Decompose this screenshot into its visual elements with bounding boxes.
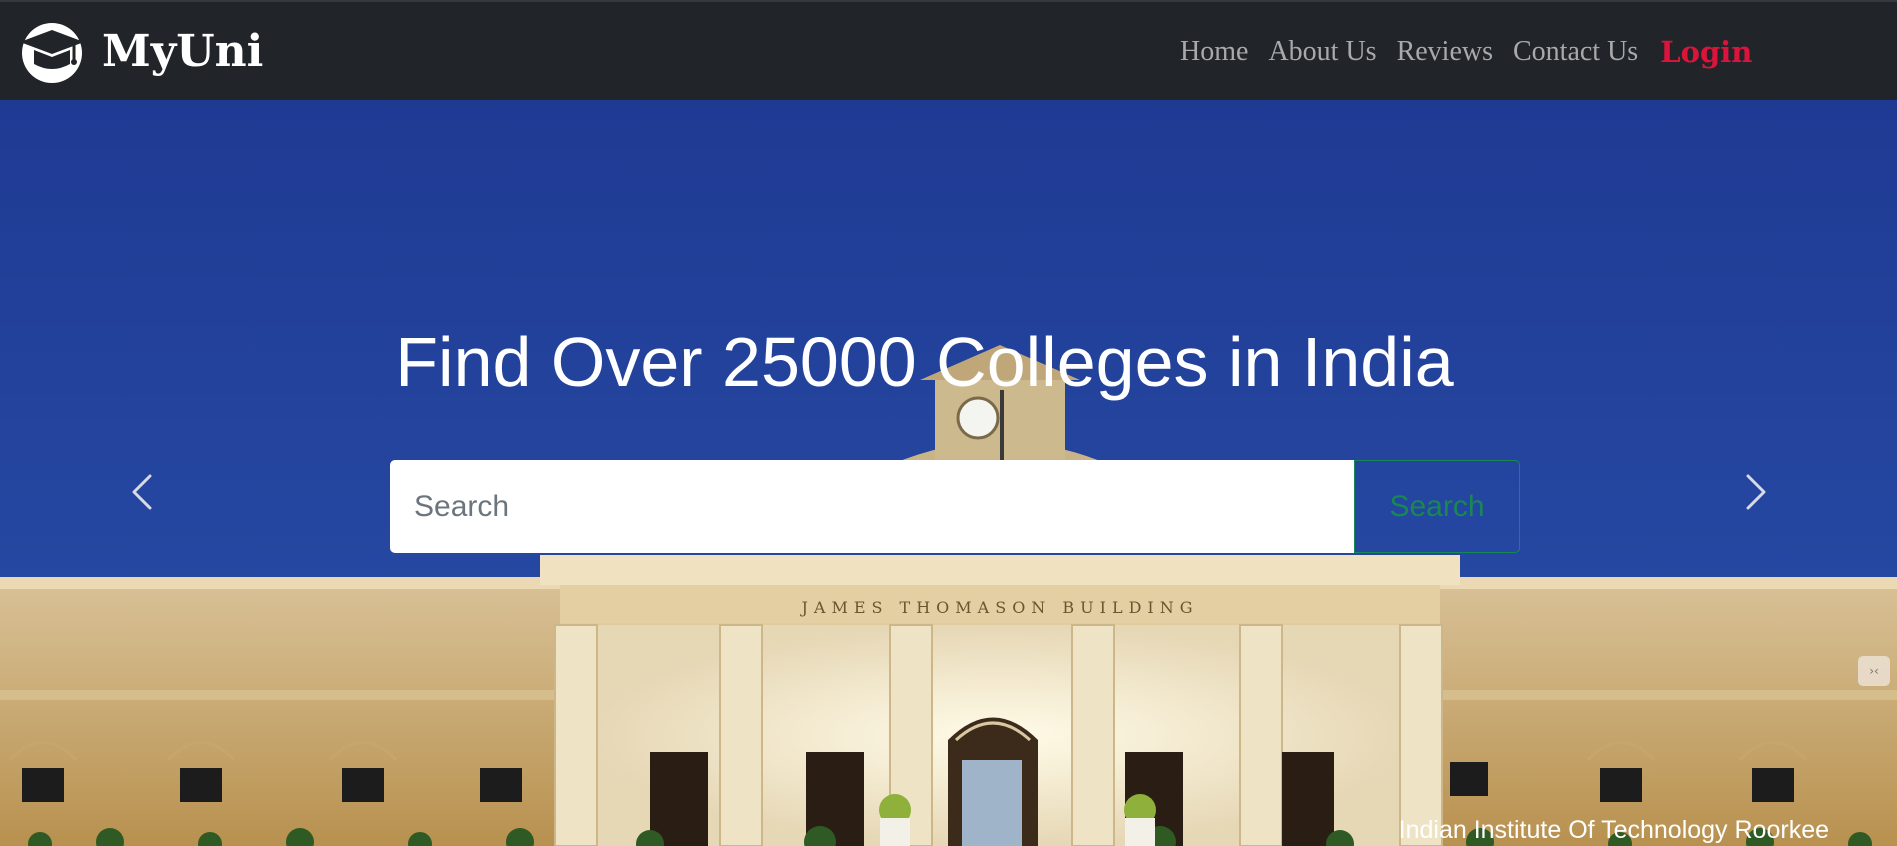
hero-carousel: JAMES THOMASON BUILDING Find Over 25000 … <box>0 100 1897 846</box>
search-button[interactable]: Search <box>1354 460 1520 553</box>
nav-contact-us[interactable]: Contact Us <box>1513 36 1638 68</box>
login-link[interactable]: Login <box>1660 35 1752 69</box>
search-input[interactable] <box>390 460 1354 553</box>
svg-text:JAMES THOMASON BUILDING: JAMES THOMASON BUILDING <box>799 598 1198 617</box>
brand-name: MyUni <box>102 26 264 77</box>
carousel-caption: Indian Institute Of Technology Roorkee <box>1398 816 1829 844</box>
carousel-next-button[interactable] <box>1726 462 1786 522</box>
main-nav: Home About Us Reviews Contact Us Login <box>1180 2 1772 102</box>
chevron-right-icon <box>1746 474 1766 510</box>
search-form: Search <box>390 460 1520 553</box>
floating-widget[interactable]: ›‹ <box>1858 656 1890 686</box>
hero-title: Find Over 25000 Colleges in India <box>395 323 1454 401</box>
brand-link[interactable]: MyUni <box>14 20 263 84</box>
carousel-prev-button[interactable] <box>112 462 172 522</box>
navbar: MyUni Home About Us Reviews Contact Us L… <box>0 0 1897 100</box>
nav-reviews[interactable]: Reviews <box>1397 36 1493 68</box>
chevron-left-icon <box>132 474 152 510</box>
graduation-cap-icon <box>20 23 84 83</box>
nav-home[interactable]: Home <box>1180 36 1248 68</box>
nav-about-us[interactable]: About Us <box>1268 36 1376 68</box>
